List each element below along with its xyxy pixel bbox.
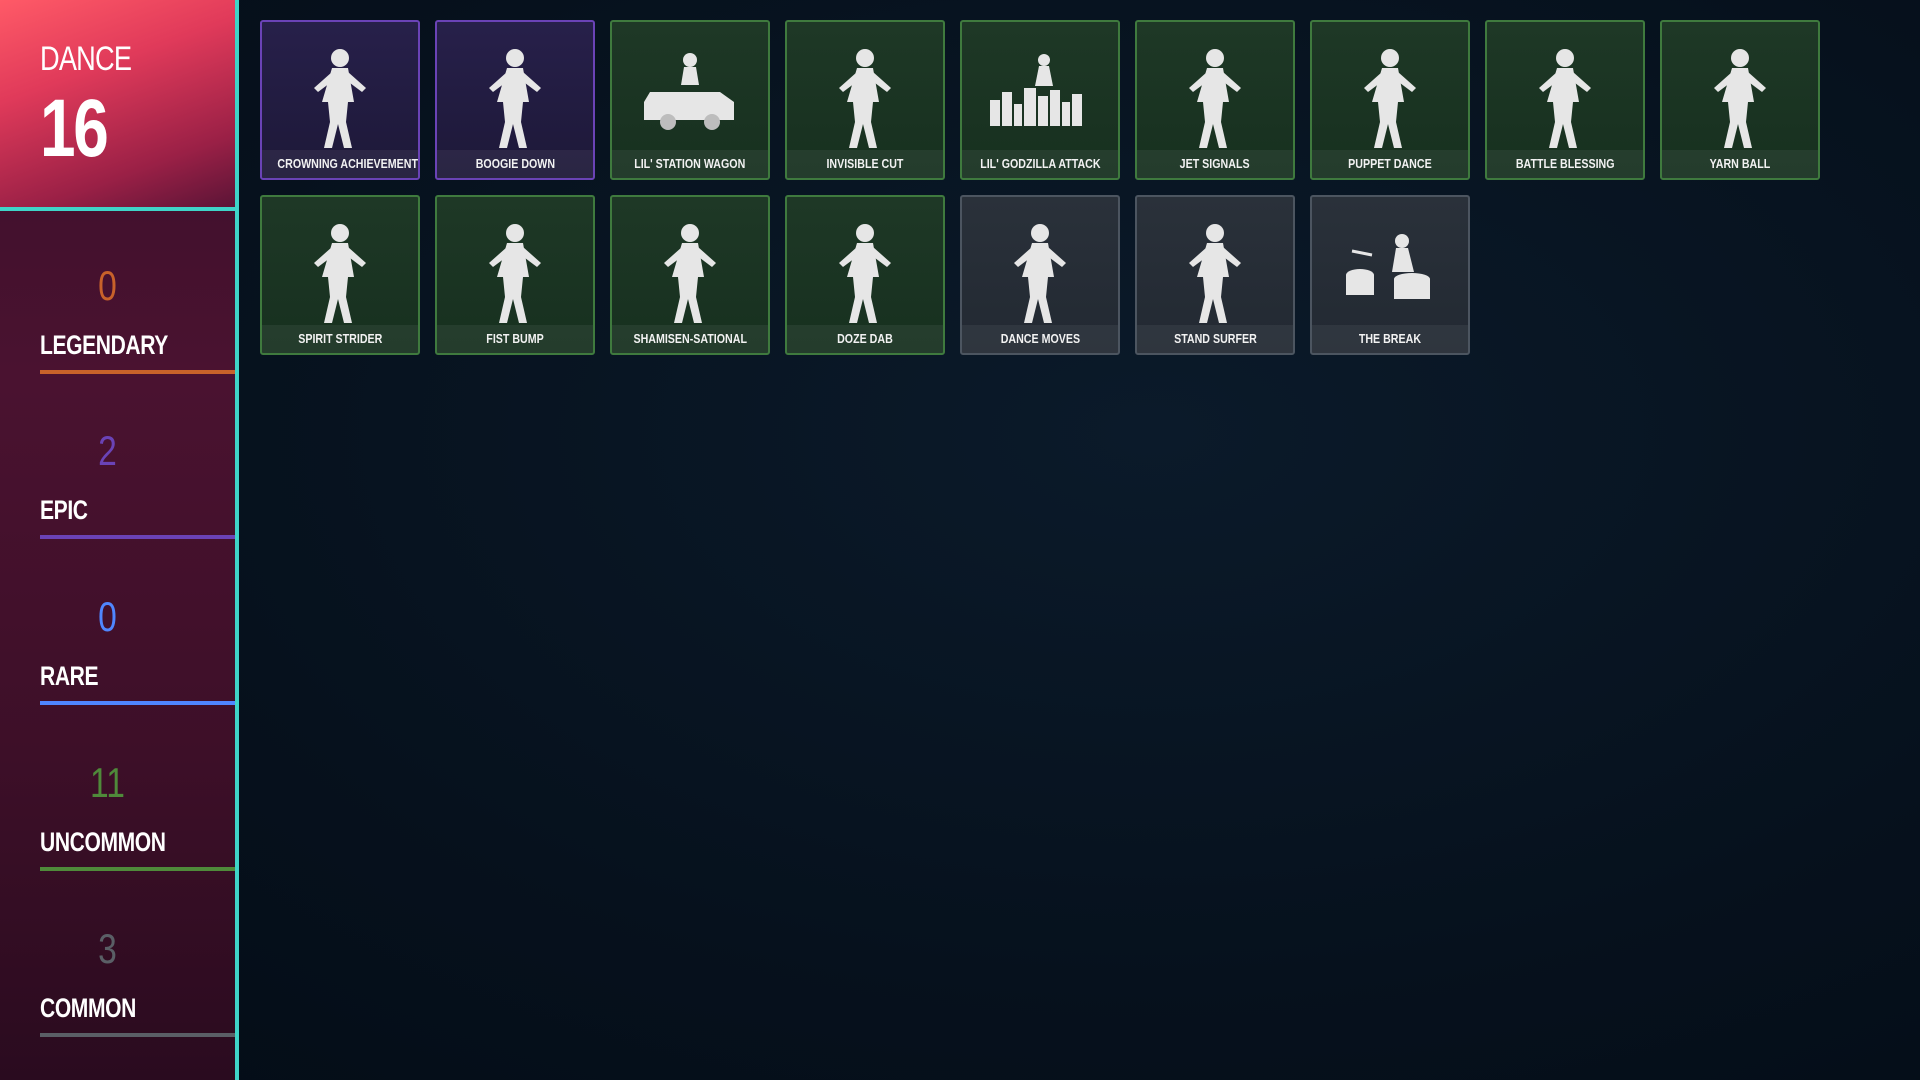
emote-tile[interactable]: YARN BALL (1660, 20, 1820, 180)
emote-name: DOZE DAB (787, 325, 943, 353)
rarity-bar (40, 867, 235, 871)
emote-tile[interactable]: LIL' STATION WAGON (610, 20, 770, 180)
emote-name: DANCE MOVES (962, 325, 1118, 353)
rarity-bar (40, 535, 235, 539)
rarity-label: UNCOMMON (40, 827, 166, 857)
rarity-label: RARE (40, 661, 99, 691)
rarity-count: 11 (90, 759, 125, 806)
station-wagon-icon (644, 53, 734, 130)
emote-tile[interactable]: FIST BUMP (435, 195, 595, 355)
emote-name: INVISIBLE CUT (787, 150, 943, 178)
emote-name: THE BREAK (1312, 325, 1468, 353)
rarity-count: 2 (98, 427, 117, 474)
emote-name: YARN BALL (1662, 150, 1818, 178)
fist-bump-icon (489, 224, 541, 323)
yarn-ball-icon (1714, 49, 1766, 148)
rarity-legendary[interactable]: 0 LEGENDARY (0, 210, 235, 375)
puppet-dance-icon (1364, 49, 1416, 148)
emote-name: JET SIGNALS (1137, 150, 1293, 178)
rarity-common[interactable]: 3 COMMON (0, 873, 235, 1038)
emote-name: LIL' GODZILLA ATTACK (962, 150, 1118, 178)
rarity-bar (40, 1033, 235, 1037)
doze-dab-icon (839, 224, 891, 323)
category-header: DANCE 16 (0, 0, 235, 208)
rarity-count: 3 (98, 925, 117, 972)
emote-tile[interactable]: SPIRIT STRIDER (260, 195, 420, 355)
jet-signals-icon (1189, 49, 1241, 148)
emote-tile[interactable]: LIL' GODZILLA ATTACK (960, 20, 1120, 180)
emote-tile[interactable]: PUPPET DANCE (1310, 20, 1470, 180)
emote-name: LIL' STATION WAGON (612, 150, 768, 178)
rarity-label: LEGENDARY (40, 330, 168, 360)
emote-name: SHAMISEN-SATIONAL (612, 325, 768, 353)
emote-tile[interactable]: DOZE DAB (785, 195, 945, 355)
emote-tile[interactable]: BATTLE BLESSING (1485, 20, 1645, 180)
shamisen-icon (664, 224, 716, 323)
stand-surfer-icon (1189, 224, 1241, 323)
dance-moves-icon (1014, 224, 1066, 323)
emote-tile[interactable]: STAND SURFER (1135, 195, 1295, 355)
emote-tile[interactable]: SHAMISEN-SATIONAL (610, 195, 770, 355)
emote-tile[interactable]: BOOGIE DOWN (435, 20, 595, 180)
emote-tile[interactable]: THE BREAK (1310, 195, 1470, 355)
rarity-bar (40, 370, 235, 374)
invisible-cut-icon (839, 49, 891, 148)
rarity-label: EPIC (40, 495, 88, 525)
the-break-icon (1346, 234, 1430, 299)
rarity-label: COMMON (40, 993, 136, 1023)
category-count: 16 (40, 83, 109, 174)
emote-tile[interactable]: CROWNING ACHIEVEMENT (260, 20, 420, 180)
emote-name: SPIRIT STRIDER (262, 325, 418, 353)
emote-name: CROWNING ACHIEVEMENT (262, 150, 418, 178)
rarity-epic[interactable]: 2 EPIC (0, 375, 235, 540)
rarity-count: 0 (98, 262, 117, 309)
rarity-rare[interactable]: 0 RARE (0, 541, 235, 706)
emote-name: STAND SURFER (1137, 325, 1293, 353)
rarity-bar (40, 701, 235, 705)
rarity-count: 0 (98, 593, 117, 640)
battle-blessing-icon (1539, 49, 1591, 148)
emote-name: BOOGIE DOWN (437, 150, 593, 178)
boogie-down-icon (489, 49, 541, 148)
godzilla-attack-icon (990, 54, 1082, 126)
emote-name: FIST BUMP (437, 325, 593, 353)
emote-tile[interactable]: JET SIGNALS (1135, 20, 1295, 180)
emote-name: PUPPET DANCE (1312, 150, 1468, 178)
spirit-strider-icon (314, 224, 366, 323)
rarity-uncommon[interactable]: 11 UNCOMMON (0, 707, 235, 872)
crowning-achievement-icon (314, 49, 366, 148)
emote-tile[interactable]: DANCE MOVES (960, 195, 1120, 355)
category-label: DANCE (40, 40, 132, 78)
sidebar-divider (235, 0, 239, 1080)
emote-tile[interactable]: INVISIBLE CUT (785, 20, 945, 180)
emote-name: BATTLE BLESSING (1487, 150, 1643, 178)
